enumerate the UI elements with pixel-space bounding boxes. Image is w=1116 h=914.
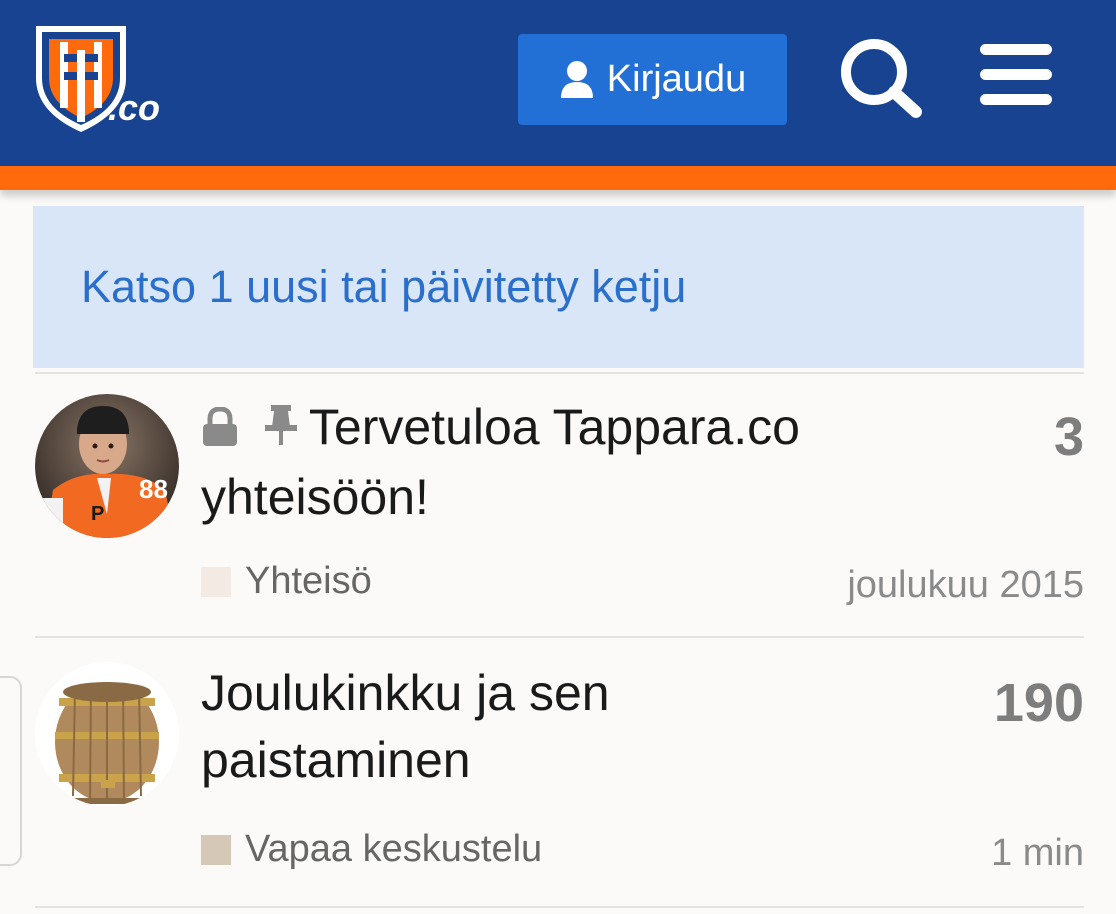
user-icon — [560, 60, 593, 98]
reply-count[interactable]: 190 — [994, 672, 1084, 734]
category-color-swatch — [201, 566, 231, 597]
topic-row[interactable]: 88 P Tervetuloa Tappara.co yhteisöön! 3 — [35, 372, 1084, 638]
search-button[interactable] — [836, 34, 926, 120]
topic-title[interactable]: Joulukinkku ja sen paistaminen — [201, 660, 881, 794]
topic-title[interactable]: Tervetuloa Tappara.co yhteisöön! — [201, 394, 881, 531]
barrel-avatar[interactable] — [35, 662, 179, 806]
logo-text: .co — [108, 87, 160, 128]
header-accent-stripe — [0, 166, 1116, 190]
svg-text:P: P — [91, 503, 104, 525]
last-activity[interactable]: joulukuu 2015 — [847, 564, 1084, 607]
topic-row[interactable]: Joulukinkku ja sen paistaminen 190 Vapaa… — [35, 640, 1084, 908]
pin-icon — [263, 397, 299, 464]
side-drawer-handle[interactable] — [0, 676, 22, 866]
hockey-player-avatar[interactable]: 88 P — [35, 394, 179, 538]
topic-category[interactable]: Vapaa keskustelu — [201, 828, 542, 871]
menu-button[interactable] — [978, 40, 1054, 110]
topic-title-text[interactable]: Joulukinkku ja sen paistaminen — [201, 665, 610, 788]
category-name[interactable]: Yhteisö — [245, 560, 372, 603]
login-button[interactable]: Kirjaudu — [518, 34, 787, 125]
category-color-swatch — [201, 834, 231, 865]
last-activity[interactable]: 1 min — [991, 832, 1084, 875]
hamburger-menu-icon — [980, 44, 1052, 105]
site-logo[interactable]: .co — [30, 20, 162, 134]
search-icon — [841, 39, 922, 118]
reply-count[interactable]: 3 — [1054, 406, 1084, 468]
login-label: Kirjaudu — [606, 58, 747, 100]
new-topics-notice[interactable]: Katso 1 uusi tai päivitetty ketju — [33, 206, 1084, 368]
svg-text:88: 88 — [139, 474, 168, 504]
lock-icon — [201, 397, 239, 464]
site-header: .co Kirjaudu — [0, 0, 1116, 166]
new-topics-link[interactable]: Katso 1 uusi tai päivitetty ketju — [81, 261, 686, 313]
category-name[interactable]: Vapaa keskustelu — [245, 828, 542, 871]
topic-category[interactable]: Yhteisö — [201, 560, 372, 603]
